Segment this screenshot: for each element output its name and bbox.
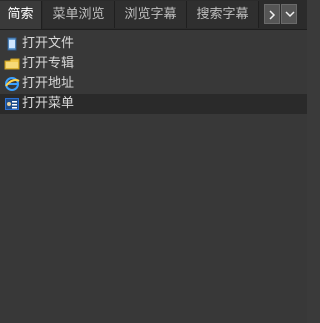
list-item-label: 打开文件 (22, 36, 75, 51)
tab-bar: 简索 菜单浏览 浏览字幕 搜索字幕 (0, 0, 307, 30)
list-item-label: 打开菜单 (22, 96, 75, 111)
tab-search-subtitle[interactable]: 搜索字幕 (187, 1, 259, 28)
folder-icon (4, 56, 20, 72)
tab-jianjie[interactable]: 简索 (0, 1, 42, 29)
file-icon (4, 36, 20, 52)
list-item-label: 打开地址 (22, 76, 75, 91)
list-item-open-address[interactable]: 打开地址 (0, 74, 307, 94)
list-item-label: 打开专辑 (22, 56, 75, 71)
panel: 简索 菜单浏览 浏览字幕 搜索字幕 打开文件 打开专辑 打开地址 打开菜单 (0, 0, 307, 323)
action-list: 打开文件 打开专辑 打开地址 打开菜单 (0, 34, 307, 114)
tab-subtitle-browse[interactable]: 浏览字幕 (115, 1, 187, 28)
list-item-open-file[interactable]: 打开文件 (0, 34, 307, 54)
tab-menu-browse[interactable]: 菜单浏览 (43, 1, 115, 28)
menu-icon (4, 96, 20, 112)
tab-scroll-right-button[interactable] (264, 4, 280, 24)
chevron-right-icon (269, 10, 276, 20)
ie-icon (4, 76, 20, 92)
list-item-open-album[interactable]: 打开专辑 (0, 54, 307, 74)
chevron-down-icon (285, 11, 295, 18)
tab-more-button[interactable] (281, 4, 297, 24)
list-item-open-menu[interactable]: 打开菜单 (0, 94, 307, 114)
